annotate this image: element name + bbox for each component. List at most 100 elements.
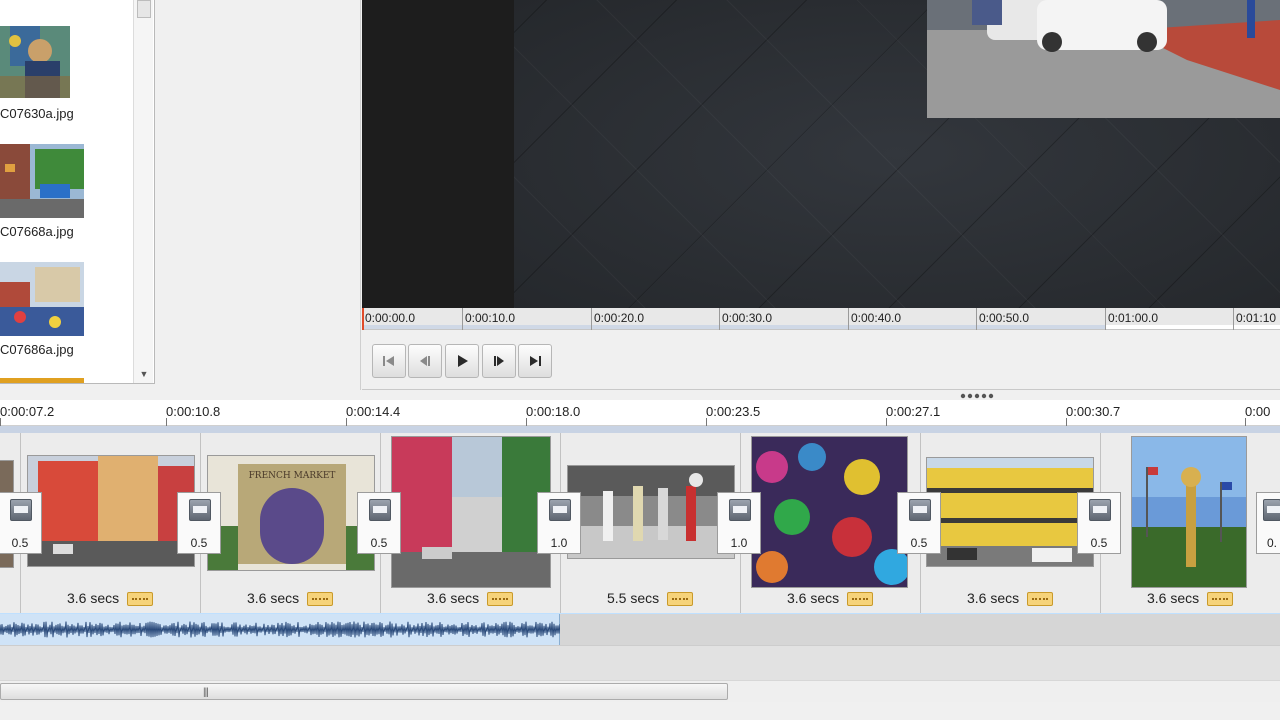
transition-icon bbox=[1263, 499, 1280, 521]
scrollbar-thumb[interactable] bbox=[137, 0, 151, 18]
panel-splitter-grip-icon[interactable] bbox=[960, 392, 994, 400]
clip-thumbnail[interactable] bbox=[567, 465, 735, 559]
previous-frame-button[interactable] bbox=[408, 344, 442, 378]
empty-track[interactable] bbox=[0, 645, 1280, 680]
timeline-clip[interactable]: 3.6 secs bbox=[1100, 433, 1280, 613]
ruler-tick: 0:00:00.0 bbox=[362, 308, 415, 330]
file-item[interactable] bbox=[0, 0, 135, 8]
transport-controls bbox=[362, 331, 1280, 390]
preview-playhead[interactable] bbox=[362, 308, 364, 330]
play-button[interactable] bbox=[445, 344, 479, 378]
timeline-tick: 0:00:18.0 bbox=[526, 400, 580, 426]
timeline-tick: 0:00:14.4 bbox=[346, 400, 400, 426]
options-panel bbox=[156, 0, 361, 390]
transition-marker[interactable]: 0.5 bbox=[357, 492, 401, 554]
transition-duration: 0.5 bbox=[910, 536, 928, 550]
timeline-strip bbox=[0, 426, 1280, 433]
timeline-clip[interactable]: 3.6 secs bbox=[740, 433, 920, 613]
step-forward-icon bbox=[494, 356, 504, 366]
status-bar bbox=[0, 702, 1280, 720]
file-name: C07686a.jpg bbox=[0, 342, 74, 357]
file-item[interactable]: C07686a.jpg bbox=[0, 262, 135, 362]
clip-duration-badge-icon[interactable] bbox=[487, 592, 513, 606]
preview-photo-overlay bbox=[927, 0, 1280, 118]
skip-to-end-icon bbox=[530, 356, 541, 366]
next-frame-button[interactable] bbox=[482, 344, 516, 378]
file-item[interactable]: C07668a.jpg bbox=[0, 144, 135, 244]
clip-duration-badge-icon[interactable] bbox=[667, 592, 693, 606]
video-track[interactable]: 3.6 secs FRENCH MARKET 3.6 secs 3.6 secs… bbox=[0, 433, 1280, 613]
transition-marker[interactable]: 1.0 bbox=[537, 492, 581, 554]
transition-marker[interactable]: 0.5 bbox=[897, 492, 941, 554]
timeline-clip[interactable]: 3.6 secs bbox=[380, 433, 560, 613]
clip-duration: 3.6 secs bbox=[247, 590, 300, 606]
timeline-clip[interactable]: FRENCH MARKET 3.6 secs bbox=[200, 433, 380, 613]
file-item[interactable]: C07630a.jpg bbox=[0, 26, 135, 126]
transition-icon bbox=[909, 499, 931, 521]
clip-duration: 3.6 secs bbox=[787, 590, 840, 606]
clip-duration-badge-icon[interactable] bbox=[847, 592, 873, 606]
file-browser-scrollbar[interactable]: ▼ bbox=[133, 0, 153, 383]
file-thumbnail bbox=[0, 378, 84, 383]
timeline-clip[interactable]: 3.6 secs bbox=[20, 433, 200, 613]
ruler-tick: 0:01:10 bbox=[1233, 308, 1276, 330]
clip-duration: 3.6 secs bbox=[427, 590, 480, 606]
preview-time-ruler[interactable]: 0:00:00.0 0:00:10.0 0:00:20.0 0:00:30.0 … bbox=[362, 308, 1280, 330]
clip-thumbnail[interactable] bbox=[391, 436, 551, 588]
video-preview bbox=[362, 0, 1280, 308]
file-name: C07630a.jpg bbox=[0, 106, 74, 121]
go-to-end-button[interactable] bbox=[518, 344, 552, 378]
clip-duration-badge-icon[interactable] bbox=[1207, 592, 1233, 606]
transition-icon bbox=[729, 499, 751, 521]
clip-duration-badge-icon[interactable] bbox=[307, 592, 333, 606]
clip-duration: 3.6 secs bbox=[1147, 590, 1200, 606]
transition-marker[interactable]: 0.5 bbox=[1077, 492, 1121, 554]
audio-track[interactable] bbox=[0, 613, 1280, 645]
transition-icon bbox=[1089, 499, 1111, 521]
file-thumbnail bbox=[0, 144, 84, 218]
ruler-tick: 0:00:20.0 bbox=[591, 308, 644, 330]
scroll-down-arrow-icon[interactable]: ▼ bbox=[138, 369, 150, 379]
transition-marker[interactable]: 1.0 bbox=[717, 492, 761, 554]
timeline-tick: 0:00 bbox=[1245, 400, 1270, 426]
timeline-clip[interactable]: 3.6 secs bbox=[920, 433, 1100, 613]
transition-duration: 1.0 bbox=[730, 536, 748, 550]
clip-thumbnail[interactable] bbox=[1131, 436, 1247, 588]
transition-duration: 0.5 bbox=[370, 536, 388, 550]
clip-thumbnail[interactable] bbox=[926, 457, 1094, 567]
transition-marker[interactable]: 0. bbox=[1256, 492, 1280, 554]
ruler-tick: 0:00:40.0 bbox=[848, 308, 901, 330]
timeline-tick: 0:00:30.7 bbox=[1066, 400, 1120, 426]
transition-icon bbox=[369, 499, 391, 521]
transition-duration: 0.5 bbox=[1090, 536, 1108, 550]
transition-icon bbox=[549, 499, 571, 521]
transition-marker[interactable]: 0.5 bbox=[0, 492, 42, 554]
ruler-tick: 0:01:00.0 bbox=[1105, 308, 1158, 330]
play-icon bbox=[458, 355, 468, 367]
ruler-tick: 0:00:10.0 bbox=[462, 308, 515, 330]
timeline-tick: 0:00:07.2 bbox=[0, 400, 54, 426]
clip-thumbnail[interactable]: FRENCH MARKET bbox=[207, 455, 375, 571]
timeline-tick: 0:00:10.8 bbox=[166, 400, 220, 426]
clip-thumbnail[interactable] bbox=[27, 455, 195, 567]
media-file-browser[interactable]: C07630a.jpg C07668a.jpg C07686a.jpg ▼ bbox=[0, 0, 155, 384]
transition-duration: 0.5 bbox=[190, 536, 208, 550]
go-to-start-button[interactable] bbox=[372, 344, 406, 378]
transition-duration: 1.0 bbox=[550, 536, 568, 550]
timeline-clip[interactable]: 5.5 secs bbox=[560, 433, 740, 613]
transition-duration: 0.5 bbox=[11, 536, 29, 550]
clip-thumbnail[interactable] bbox=[751, 436, 908, 588]
clip-duration: 3.6 secs bbox=[67, 590, 120, 606]
file-thumbnail bbox=[0, 262, 84, 336]
transition-icon bbox=[10, 499, 32, 521]
audio-waveform[interactable] bbox=[0, 614, 562, 645]
clip-duration-badge-icon[interactable] bbox=[1027, 592, 1053, 606]
timeline-tick: 0:00:23.5 bbox=[706, 400, 760, 426]
scrollbar-thumb[interactable]: ||| bbox=[0, 683, 728, 700]
clip-duration-badge-icon[interactable] bbox=[127, 592, 153, 606]
transition-marker[interactable]: 0.5 bbox=[177, 492, 221, 554]
timeline-scrollbar[interactable]: ||| bbox=[0, 680, 1280, 702]
ruler-tick: 0:00:50.0 bbox=[976, 308, 1029, 330]
timeline-tick: 0:00:27.1 bbox=[886, 400, 940, 426]
timeline-ruler[interactable]: 0:00:07.2 0:00:10.8 0:00:14.4 0:00:18.0 … bbox=[0, 400, 1280, 426]
